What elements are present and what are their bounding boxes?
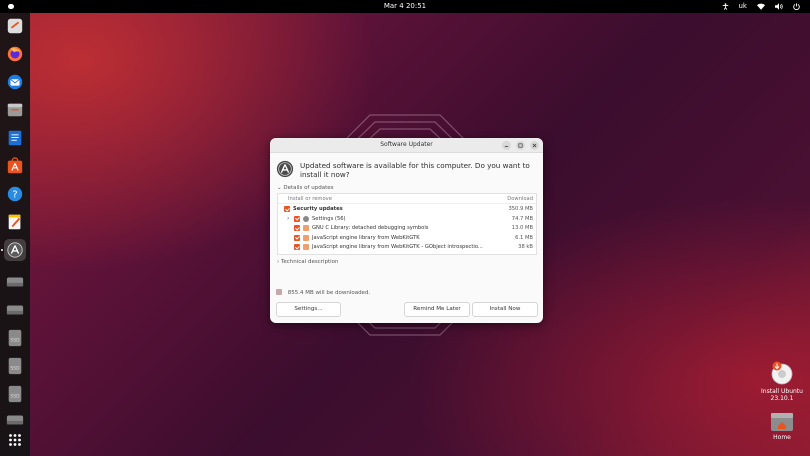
list-item[interactable]: GNU C Library: detached debugging symbol… [278, 223, 536, 233]
desktop-icon-label: Install Ubuntu 23.10.1 [761, 388, 803, 402]
dialog-header: Updated software is available for this c… [276, 160, 538, 182]
package-icon [303, 244, 309, 250]
checkbox[interactable] [294, 225, 300, 231]
list-item[interactable]: Security updates 350.9 MB [278, 204, 536, 214]
drive-icon[interactable] [4, 299, 26, 321]
clock[interactable]: Mar 4 20:51 [0, 2, 810, 10]
download-summary: 855.4 MB will be downloaded. [276, 289, 370, 296]
row-size: 13.0 MB [511, 225, 533, 231]
accessibility-icon[interactable] [722, 2, 729, 10]
package-icon [303, 225, 309, 231]
row-size: 6.1 MB [515, 234, 533, 241]
update-message: Updated software is available for this c… [300, 161, 530, 179]
close-icon [532, 143, 537, 148]
ssd-icon[interactable]: SSD [4, 383, 26, 405]
row-size: 350.9 MB [508, 206, 533, 212]
checkbox[interactable] [294, 244, 300, 250]
package-icon [303, 234, 309, 241]
drive-icon[interactable] [4, 409, 26, 431]
svg-text:?: ? [12, 190, 17, 201]
text-editor-icon[interactable] [4, 211, 26, 233]
chevron-down-icon: ⌄ [277, 185, 282, 191]
row-label: Security updates [293, 206, 343, 212]
column-install[interactable]: Install or remove [288, 196, 332, 202]
list-item[interactable]: › Settings (56) 74.7 MB [278, 214, 536, 224]
checkbox[interactable] [294, 215, 300, 222]
svg-text:SSD: SSD [10, 338, 20, 344]
list-item[interactable]: JavaScript engine library from WebKitGTK… [278, 242, 536, 252]
app-center-icon[interactable] [4, 155, 26, 177]
list-item[interactable]: JavaScript engine library from WebKitGTK… [278, 233, 536, 243]
system-tray[interactable]: uk [722, 2, 801, 10]
download-icon [276, 289, 282, 295]
home-desktop-icon[interactable]: Home [760, 410, 804, 441]
software-updater-icon [276, 160, 294, 178]
chevron-right-icon: › [277, 259, 280, 265]
firefox-icon[interactable] [4, 43, 26, 65]
svg-text:SSD: SSD [10, 394, 20, 400]
thunderbird-icon[interactable] [4, 71, 26, 93]
top-bar: Mar 4 20:51 uk [0, 0, 810, 13]
chevron-right-icon[interactable]: › [287, 215, 289, 222]
dialog-titlebar[interactable]: Software Updater [270, 138, 543, 153]
ssd-icon[interactable]: SSD [4, 327, 26, 349]
row-size: 38 kB [518, 244, 533, 250]
power-icon[interactable] [793, 2, 800, 10]
technical-label: Technical description [280, 259, 339, 265]
help-icon[interactable]: ? [4, 183, 26, 205]
minimize-icon [504, 145, 509, 147]
list-header: Install or remove Download [278, 194, 536, 204]
checkbox[interactable] [284, 206, 290, 212]
files-icon[interactable] [4, 99, 26, 121]
row-label: GNU C Library: detached debugging symbol… [312, 225, 429, 231]
ssd-icon[interactable]: SSD [4, 355, 26, 377]
wifi-icon[interactable] [757, 3, 765, 10]
software-updater-icon[interactable] [4, 239, 26, 261]
volume-icon[interactable] [775, 2, 783, 10]
checkbox[interactable] [294, 234, 300, 241]
details-label: Details of updates [283, 185, 334, 191]
home-folder-icon [771, 413, 793, 431]
dock: ? SSD SSD SSD [0, 13, 30, 456]
install-now-button[interactable]: Install Now [472, 302, 538, 317]
remind-later-button[interactable]: Remind Me Later [404, 302, 470, 317]
maximize-button[interactable] [516, 141, 525, 150]
row-label: JavaScript engine library from WebKitGTK… [312, 244, 483, 250]
drive-icon[interactable] [4, 271, 26, 293]
row-label: Settings (56) [312, 215, 346, 222]
close-button[interactable] [530, 141, 539, 150]
download-total: 855.4 MB will be downloaded. [287, 290, 371, 296]
active-indicator [1, 249, 3, 251]
settings-button[interactable]: Settings... [276, 302, 341, 317]
technical-description-expander[interactable]: › Technical description [277, 259, 339, 265]
show-apps-icon[interactable] [4, 429, 26, 451]
svg-text:SSD: SSD [10, 366, 20, 372]
minimize-button[interactable] [502, 141, 511, 150]
column-download[interactable]: Download [507, 196, 533, 202]
row-label: JavaScript engine library from WebKitGTK [312, 234, 420, 241]
details-expander[interactable]: ⌄ Details of updates [277, 185, 333, 191]
gear-icon [303, 215, 309, 222]
chat-app-icon[interactable] [4, 15, 26, 37]
row-size: 74.7 MB [511, 215, 533, 222]
installer-icon [771, 361, 793, 385]
install-ubuntu-desktop-icon[interactable]: Install Ubuntu 23.10.1 [760, 360, 804, 402]
maximize-icon [518, 143, 523, 148]
desktop-icon-label: Home [773, 434, 791, 441]
updates-list[interactable]: Install or remove Download Security upda… [277, 193, 537, 255]
keyboard-layout[interactable]: uk [739, 2, 748, 10]
writer-icon[interactable] [4, 127, 26, 149]
